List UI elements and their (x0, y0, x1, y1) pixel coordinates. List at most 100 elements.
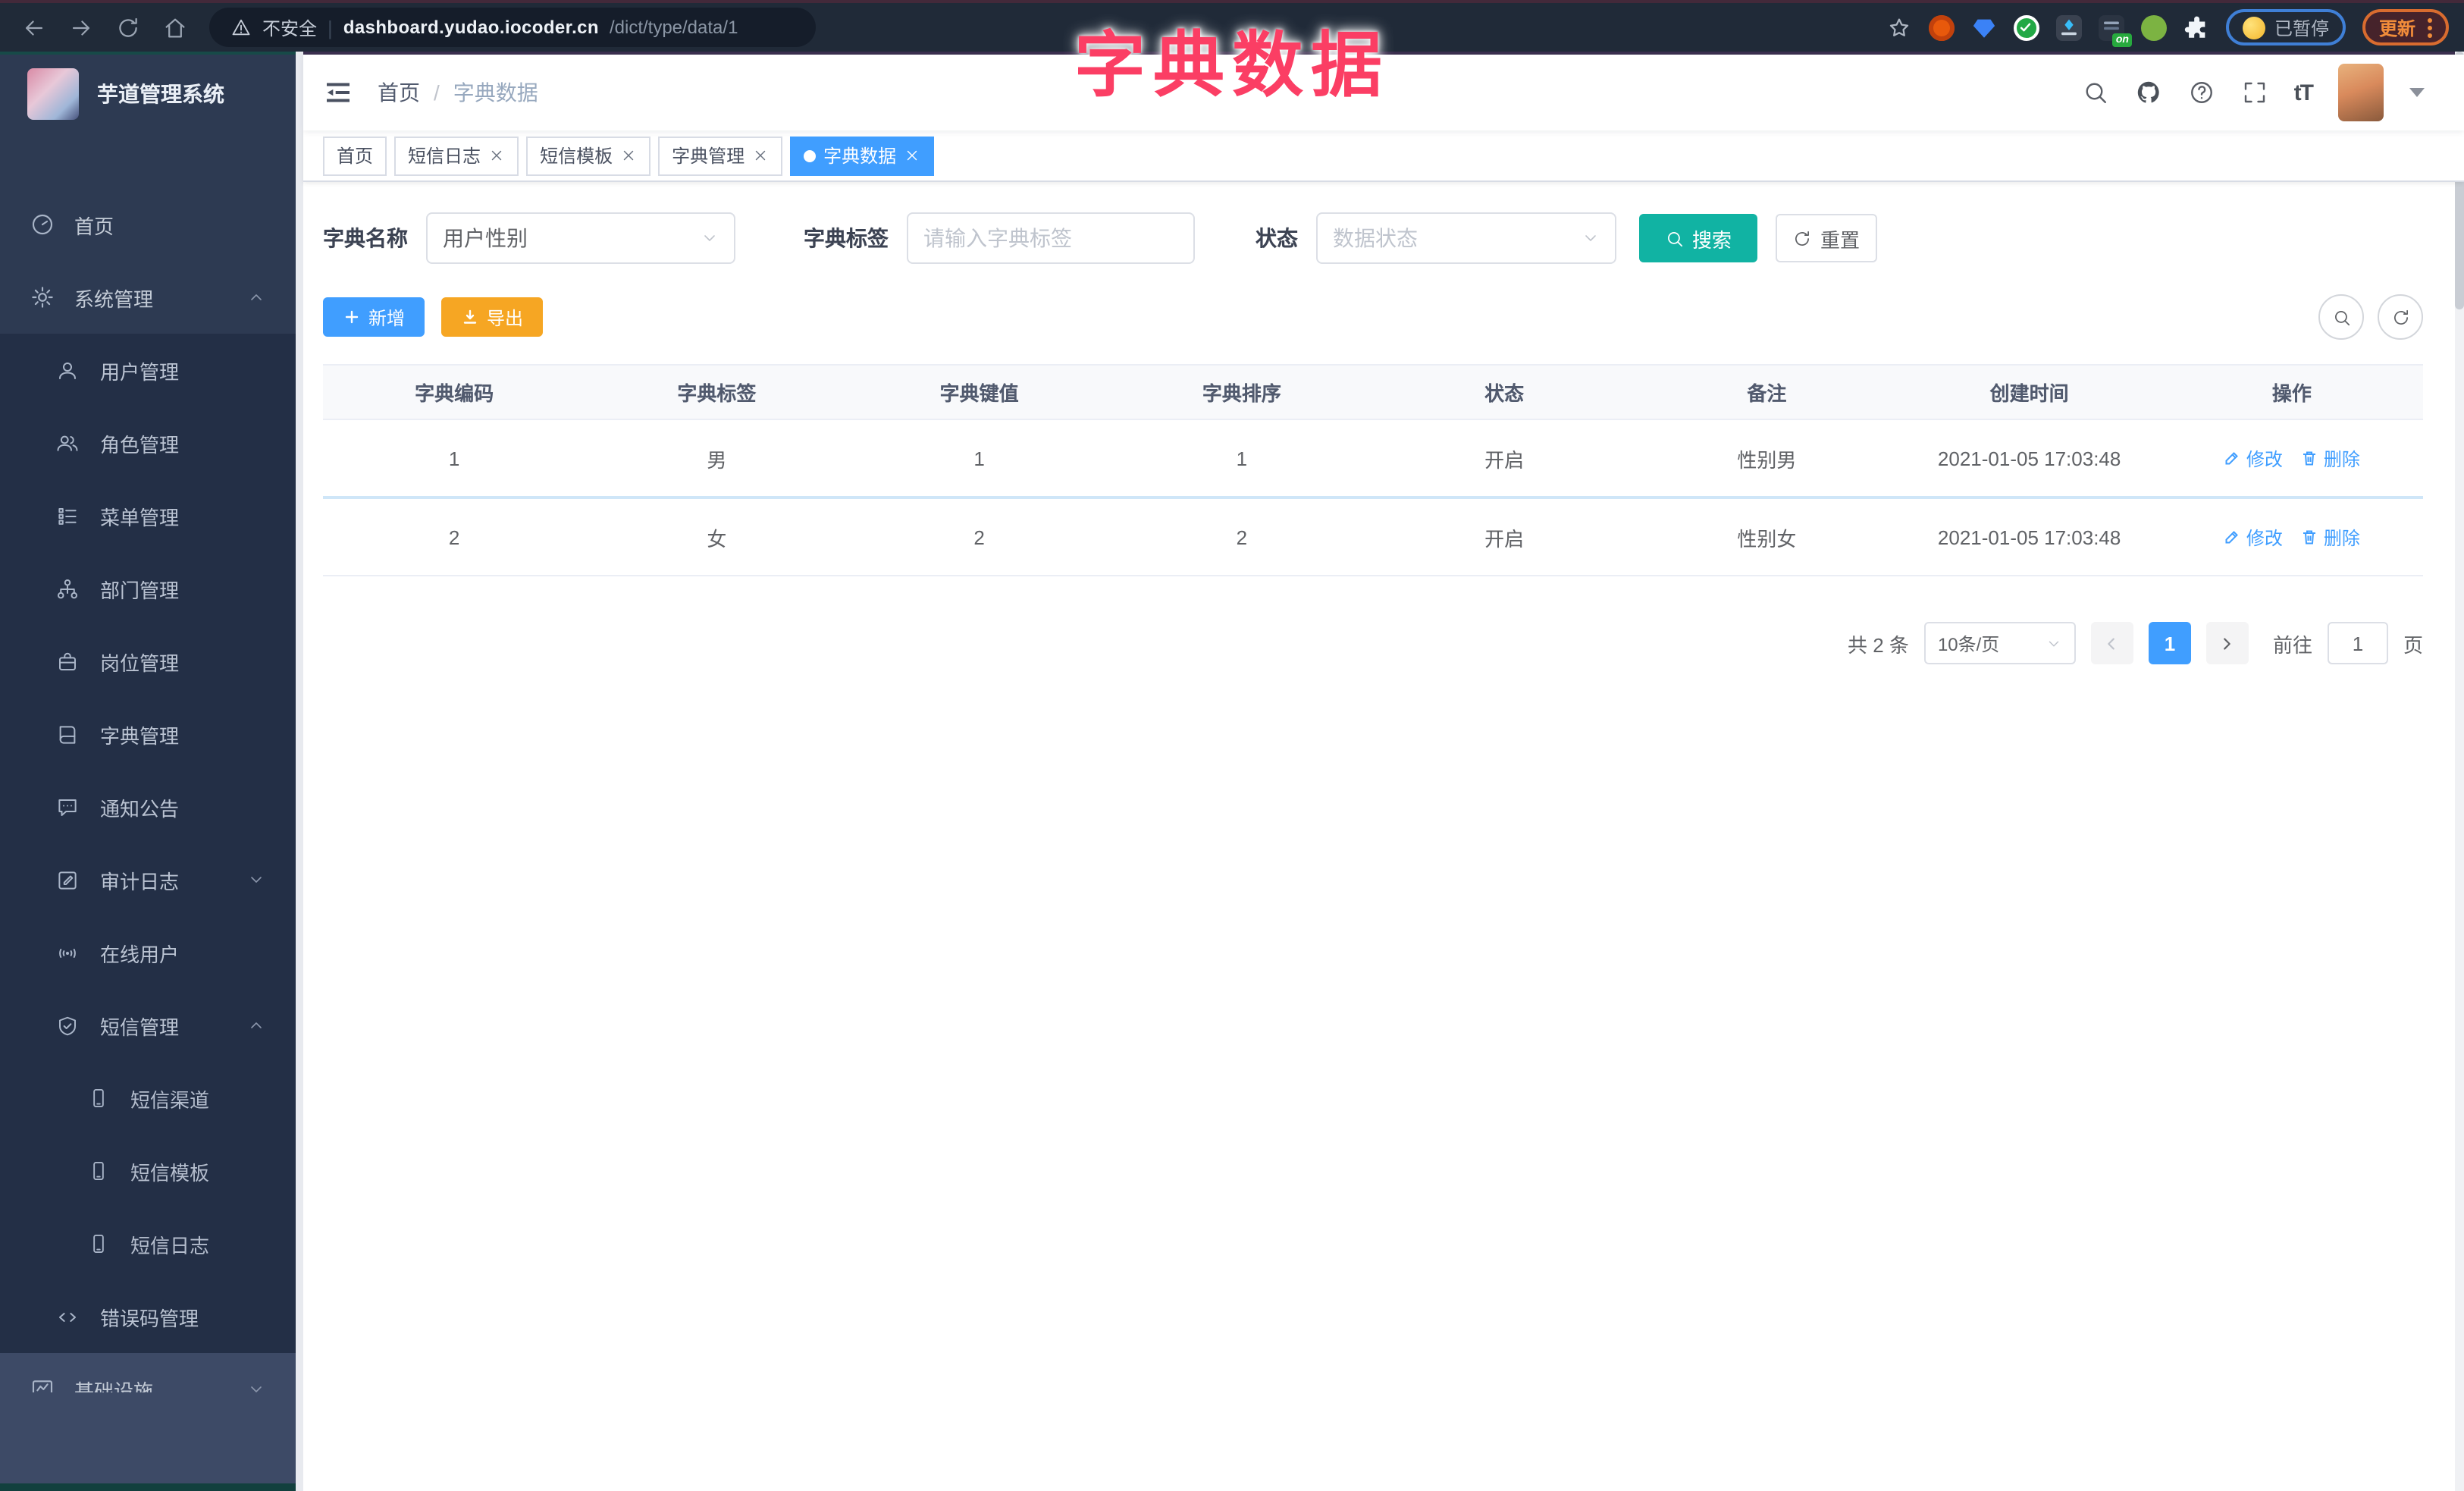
reset-button-label: 重置 (1820, 228, 1860, 251)
search-button[interactable]: 搜索 (1639, 214, 1757, 262)
address-bar[interactable]: 不安全 | dashboard.yudao.iocoder.cn/dict/ty… (209, 8, 816, 47)
app-logo-row[interactable]: 芋道管理系统 (0, 52, 303, 137)
search-icon[interactable] (2082, 79, 2109, 106)
table-header: 字典标签 (677, 382, 757, 405)
avatar-caret-icon[interactable] (2409, 88, 2425, 97)
toggle-search-button[interactable] (2318, 294, 2364, 340)
next-page-button[interactable] (2205, 622, 2249, 664)
goto-page-input[interactable] (2327, 622, 2388, 664)
browser-menu-dots-icon[interactable] (2428, 17, 2432, 37)
sidebar-item-dict-mgmt[interactable]: 字典管理 (0, 698, 296, 771)
sidebar-item-menu-mgmt[interactable]: 菜单管理 (0, 479, 296, 552)
on-badge: on (2112, 33, 2132, 46)
close-icon[interactable] (752, 147, 769, 164)
github-icon[interactable] (2135, 79, 2162, 106)
browser-chrome: 不安全 | dashboard.yudao.iocoder.cn/dict/ty… (0, 0, 2464, 52)
bookmark-star-icon[interactable] (1886, 14, 1912, 40)
dark-toggle-extension-icon[interactable]: on (2098, 14, 2132, 46)
sidebar-item-home[interactable]: 首页 (0, 188, 296, 261)
dashboard-icon (30, 212, 55, 237)
sidebar-item-dept-mgmt[interactable]: 部门管理 (0, 552, 296, 625)
dict-label-input[interactable] (923, 226, 1178, 250)
sidebar-item-post-mgmt[interactable]: 岗位管理 (0, 625, 296, 698)
cell-remark: 性别女 (1737, 527, 1797, 550)
users-icon (56, 432, 79, 454)
green-check-extension-icon[interactable] (2013, 14, 2039, 40)
sidebar-item-user-mgmt[interactable]: 用户管理 (0, 334, 296, 406)
help-icon[interactable] (2188, 79, 2215, 106)
dict-name-value: 用户性别 (443, 226, 528, 250)
export-button[interactable]: 导出 (441, 297, 544, 337)
sidebar-item-system[interactable]: 系统管理 (0, 261, 296, 334)
sidebar-item-sms-channel[interactable]: 短信渠道 (0, 1062, 296, 1135)
status-select[interactable]: 数据状态 (1316, 212, 1616, 264)
edit-link[interactable]: 修改 (2224, 445, 2283, 471)
close-icon[interactable] (904, 147, 920, 164)
emoji-face-icon (2242, 16, 2265, 39)
puzzle-extension-icon[interactable] (2183, 14, 2209, 40)
tab-home[interactable]: 首页 (323, 136, 387, 175)
home-icon[interactable] (162, 14, 188, 40)
browser-update-button[interactable]: 更新 (2362, 9, 2449, 46)
sidebar-item-sms-mgmt[interactable]: 短信管理 (0, 989, 296, 1062)
briefcase-icon (56, 650, 79, 673)
security-label: 不安全 (262, 17, 318, 39)
sidebar-item-online-users[interactable]: 在线用户 (0, 916, 296, 989)
page-unit-label: 页 (2403, 633, 2423, 656)
top-navbar: 首页 / 字典数据 tT (303, 55, 2464, 130)
tab-sms-log[interactable]: 短信日志 (394, 136, 519, 175)
current-page-button[interactable]: 1 (2148, 622, 2191, 664)
back-icon[interactable] (21, 14, 47, 40)
page-content: 字典名称 用户性别 字典标签 状态 数据状态 (303, 182, 2464, 1491)
sidebar-item-audit-log[interactable]: 审计日志 (0, 843, 296, 916)
tab-label: 字典数据 (823, 146, 897, 167)
sidebar-item-sms-log[interactable]: 短信日志 (0, 1207, 296, 1280)
status-placeholder: 数据状态 (1333, 226, 1418, 250)
edit-link[interactable]: 修改 (2224, 524, 2283, 550)
sidebar-item-label: 短信模板 (130, 1161, 210, 1184)
table-right-tools (2318, 294, 2423, 340)
orange-circle-extension-icon[interactable] (1928, 14, 1955, 40)
avatar[interactable] (2338, 64, 2384, 121)
delete-link[interactable]: 删除 (2301, 445, 2360, 471)
close-icon[interactable] (620, 147, 637, 164)
chevron-down-icon (1582, 229, 1600, 247)
tab-sms-template[interactable]: 短信模板 (526, 136, 651, 175)
tab-dict-mgmt[interactable]: 字典管理 (658, 136, 783, 175)
fullscreen-icon[interactable] (2241, 79, 2268, 106)
cell-code: 1 (448, 447, 460, 469)
chevron-down-icon (2045, 635, 2062, 651)
font-size-icon[interactable]: tT (2294, 80, 2314, 105)
sidebar-collapse-icon[interactable] (323, 77, 353, 108)
dict-data-table: 字典编码 字典标签 字典键值 字典排序 状态 备注 创建时间 操作 1 男 1 … (323, 364, 2423, 576)
window-scrollbar[interactable] (2455, 52, 2464, 1491)
forward-icon[interactable] (68, 14, 94, 40)
sliders-extension-icon[interactable] (2055, 14, 2082, 40)
delete-link[interactable]: 删除 (2301, 524, 2360, 550)
tab-label: 首页 (337, 146, 374, 167)
tab-dict-data[interactable]: 字典数据 (790, 136, 935, 175)
page-size-select[interactable]: 10条/页 (1923, 622, 2076, 664)
sidebar-item-notice[interactable]: 通知公告 (0, 771, 296, 843)
phone-icon (88, 1233, 109, 1254)
sidebar-scrollbar[interactable] (296, 52, 303, 1491)
reload-icon[interactable] (115, 14, 141, 40)
table-header: 创建时间 (1989, 382, 2069, 405)
prev-page-button[interactable] (2090, 622, 2133, 664)
breadcrumb-home[interactable]: 首页 (378, 77, 420, 108)
sidebar-item-role-mgmt[interactable]: 角色管理 (0, 406, 296, 479)
reset-button[interactable]: 重置 (1776, 214, 1877, 262)
blue-gem-extension-icon[interactable] (1971, 14, 1997, 40)
close-icon[interactable] (488, 147, 505, 164)
page-size-value: 10条/页 (1937, 633, 2000, 654)
sidebar-item-sms-template[interactable]: 短信模板 (0, 1135, 296, 1207)
add-button[interactable]: 新增 (323, 297, 425, 337)
paused-extension-pill[interactable]: 已暂停 (2225, 9, 2346, 46)
sidebar-item-error-code[interactable]: 错误码管理 (0, 1280, 296, 1353)
table-header: 字典编码 (415, 382, 494, 405)
cell-value: 1 (973, 447, 985, 469)
online-users-icon (56, 941, 79, 964)
dict-name-select[interactable]: 用户性别 (426, 212, 735, 264)
green-figure-extension-icon[interactable] (2140, 14, 2167, 40)
refresh-button[interactable] (2378, 294, 2423, 340)
